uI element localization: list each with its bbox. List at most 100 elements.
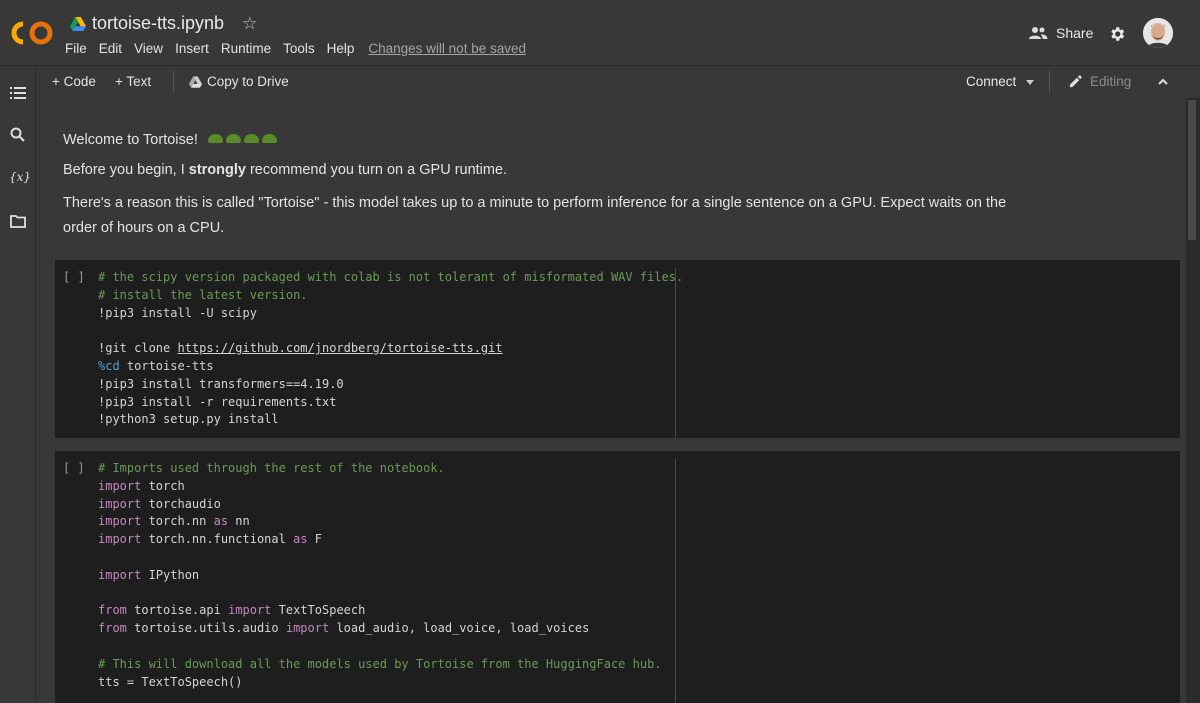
toolbar-separator: [173, 71, 174, 93]
notebook-title[interactable]: tortoise-tts.ipynb: [92, 13, 224, 34]
menu-edit[interactable]: Edit: [99, 41, 122, 56]
code-token: # This will download all the models used…: [98, 656, 662, 671]
code-token: !pip3 install transformers==4.19.0: [98, 376, 344, 391]
search-icon[interactable]: [9, 126, 27, 144]
line-length-ruler: [675, 459, 676, 703]
code-token[interactable]: https://github.com/jnordberg/tortoise-tt…: [177, 341, 502, 355]
menu-file[interactable]: File: [65, 41, 87, 56]
code-cell-imports[interactable]: [ ] # Imports used through the rest of t…: [55, 451, 1180, 703]
code-line: !pip3 install -U scipy: [98, 305, 683, 323]
code-token: %cd: [98, 358, 120, 373]
code-line: !git clone https://github.com/jnordberg/…: [98, 340, 683, 358]
add-code-cell-button[interactable]: + Code: [52, 74, 96, 89]
code-line: from tortoise.api import TextToSpeech: [98, 602, 662, 620]
menu-insert[interactable]: Insert: [175, 41, 209, 56]
share-button[interactable]: Share: [1028, 25, 1093, 41]
run-cell-button[interactable]: [ ]: [63, 461, 85, 475]
add-text-cell-button[interactable]: + Text: [115, 74, 151, 89]
colab-logo-icon[interactable]: [10, 20, 54, 46]
code-token: tts = TextToSpeech(): [98, 674, 243, 689]
gpu-text-pre: Before you begin, I: [63, 162, 189, 179]
code-line: tts = TextToSpeech(): [98, 674, 662, 692]
code-token: as: [293, 532, 308, 547]
code-token: torch.nn.functional: [141, 532, 294, 547]
code-editor[interactable]: # the scipy version packaged with colab …: [98, 269, 683, 429]
turtle-emoji-icons: [207, 130, 280, 150]
turtle-icon: [207, 134, 223, 143]
scrollbar-thumb[interactable]: [1188, 100, 1196, 240]
copy-to-drive-label: Copy to Drive: [207, 74, 289, 89]
code-line: %cd tortoise-tts: [98, 358, 683, 376]
star-icon[interactable]: ☆: [242, 14, 257, 34]
table-of-contents-icon[interactable]: [9, 84, 27, 102]
run-cell-button[interactable]: [ ]: [63, 270, 85, 284]
code-cell-install[interactable]: [ ] # the scipy version packaged with co…: [55, 260, 1180, 438]
menu-help[interactable]: Help: [327, 41, 355, 56]
code-token: torchaudio: [141, 496, 221, 511]
code-line: import torch.nn as nn: [98, 513, 662, 531]
code-line: !pip3 install transformers==4.19.0: [98, 376, 683, 394]
code-token: !pip3 install -r requirements.txt: [98, 394, 337, 409]
unsaved-notice-link[interactable]: Changes will not be saved: [368, 41, 526, 56]
code-token: as: [213, 514, 229, 529]
code-line: from tortoise.utils.audio import load_au…: [98, 620, 662, 638]
code-token: import: [98, 567, 142, 582]
code-token: from: [98, 621, 127, 636]
pencil-icon: [1069, 75, 1082, 88]
code-token: nn: [228, 514, 250, 529]
code-token: import: [98, 532, 142, 547]
welcome-line: Welcome to Tortoise!: [63, 130, 1043, 150]
settings-gear-icon[interactable]: [1108, 25, 1126, 43]
code-token: !git clone: [98, 341, 178, 356]
copy-to-drive-button[interactable]: Copy to Drive: [189, 74, 289, 89]
editing-mode-button[interactable]: Editing: [1068, 74, 1131, 89]
welcome-text: Welcome to Tortoise!: [63, 132, 198, 148]
code-token: import: [98, 514, 142, 529]
colab-header: tortoise-tts.ipynb ☆ File Edit View Inse…: [0, 0, 1200, 65]
user-avatar[interactable]: [1143, 18, 1173, 48]
turtle-icon: [225, 134, 241, 143]
code-line: # install the latest version.: [98, 287, 683, 305]
code-token: !pip3 install -U scipy: [98, 305, 257, 320]
code-token: tortoise.utils.audio: [126, 621, 286, 636]
code-line: import torchaudio: [98, 496, 662, 514]
google-drive-icon: [189, 75, 202, 88]
editing-label: Editing: [1090, 74, 1132, 89]
gpu-text-bold: strongly: [188, 162, 246, 179]
chevron-up-icon[interactable]: [1158, 77, 1168, 87]
connect-button[interactable]: Connect: [966, 74, 1016, 89]
menu-runtime[interactable]: Runtime: [221, 41, 271, 56]
code-token: import: [285, 621, 330, 636]
files-folder-icon[interactable]: [9, 212, 27, 230]
connect-dropdown-caret-icon[interactable]: [1026, 80, 1034, 85]
code-line: import IPython: [98, 567, 662, 585]
code-line: !python3 setup.py install: [98, 411, 683, 429]
code-line: # This will download all the models used…: [98, 656, 662, 674]
tortoise-explanation-line: There's a reason this is called "Tortois…: [63, 194, 1007, 236]
code-line: import torch.nn.functional as F: [98, 531, 662, 549]
code-token: torch.nn: [141, 514, 214, 529]
turtle-icon: [243, 134, 259, 143]
notebook-main: Welcome to Tortoise! Before you begin, I…: [36, 98, 1186, 703]
google-drive-icon: [70, 16, 86, 31]
code-token: load_audio, load_voice, load_voices: [329, 621, 590, 636]
gpu-text-post: recommend you turn on a GPU runtime.: [245, 162, 508, 179]
menu-view[interactable]: View: [134, 41, 163, 56]
code-token: import: [228, 603, 272, 618]
code-editor[interactable]: # Imports used through the rest of the n…: [98, 460, 662, 691]
code-token: # the scipy version packaged with colab …: [98, 270, 684, 284]
variables-icon[interactable]: {x}: [9, 170, 31, 188]
code-token: tortoise-tts: [119, 358, 214, 373]
text-cell[interactable]: Welcome to Tortoise! Before you begin, I…: [63, 130, 1043, 250]
people-icon: [1029, 27, 1048, 39]
code-line: # the scipy version packaged with colab …: [98, 269, 683, 287]
turtle-icon: [261, 134, 277, 143]
gpu-recommendation-line: Before you begin, I strongly recommend y…: [63, 160, 1043, 180]
code-token: tortoise.api: [126, 603, 229, 618]
code-token: IPython: [141, 567, 200, 582]
menu-tools[interactable]: Tools: [283, 41, 315, 56]
